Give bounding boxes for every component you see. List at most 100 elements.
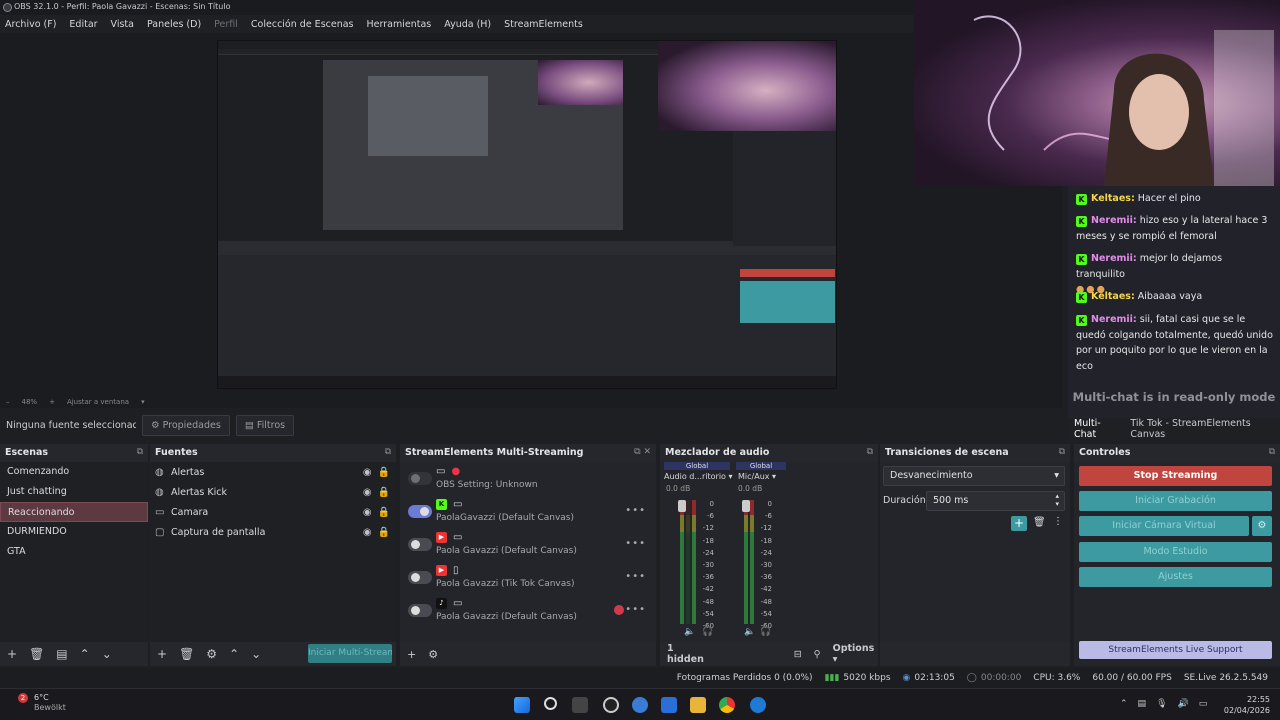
spinner-icon[interactable]: ▴ ▾ xyxy=(1055,492,1059,508)
more-options-icon[interactable]: ⋮ xyxy=(1053,516,1063,527)
undock-icon[interactable]: ⧉ xyxy=(867,447,873,457)
search-icon[interactable] xyxy=(544,697,557,710)
toggle-switch[interactable] xyxy=(408,538,432,551)
duration-input[interactable]: 500 ms ▴ ▾ xyxy=(926,491,1065,511)
windows-start-icon[interactable] xyxy=(514,697,530,713)
menu-vista[interactable]: Vista xyxy=(111,19,134,30)
transition-select[interactable]: Desvanecimiento ▾ xyxy=(883,466,1065,486)
filters-button[interactable]: ▤ Filtros xyxy=(235,414,295,436)
zoom-out-button[interactable]: – xyxy=(6,398,10,406)
menu-perfil[interactable]: Perfil xyxy=(214,19,238,30)
menu-paneles[interactable]: Paneles (D) xyxy=(147,19,201,30)
scene-item[interactable]: Reaccionando xyxy=(0,502,148,522)
trash-icon[interactable]: 🗑 xyxy=(1033,517,1046,528)
chevron-up-icon[interactable]: ⌃ xyxy=(80,647,90,661)
menu-coleccion-escenas[interactable]: Colección de Escenas xyxy=(251,19,354,30)
store-icon[interactable] xyxy=(661,697,677,713)
add-transition-button[interactable]: + xyxy=(1011,516,1027,531)
eye-icon[interactable]: ◉ xyxy=(363,467,372,478)
gear-icon[interactable]: ⚙ xyxy=(206,647,217,661)
properties-button[interactable]: ⚙ Propiedades xyxy=(142,414,230,436)
stop-streaming-button[interactable]: Stop Streaming xyxy=(1079,466,1272,486)
volume-slider[interactable] xyxy=(742,500,750,512)
speaker-icon[interactable]: 🔈 xyxy=(684,627,695,637)
app-taskbar-icon[interactable] xyxy=(632,697,648,713)
volume-slider[interactable] xyxy=(678,500,686,512)
more-options-icon[interactable]: ••• xyxy=(625,571,646,582)
scene-item[interactable]: GTA xyxy=(0,542,148,562)
more-options-icon[interactable]: ••• xyxy=(625,604,646,615)
toggle-switch[interactable] xyxy=(408,571,432,584)
chevron-up-icon[interactable]: ⌃ xyxy=(229,647,239,661)
settings-button[interactable]: Ajustes xyxy=(1079,567,1272,587)
layout-icon[interactable]: ⊟ xyxy=(794,649,802,660)
channel-name[interactable]: Mic/Aux ▾ xyxy=(738,472,798,481)
speaker-icon[interactable]: 🔈 xyxy=(744,627,755,637)
source-item[interactable]: ◍ Alertas ◉ 🔒 xyxy=(150,462,396,482)
chevron-up-icon[interactable]: ⌃ xyxy=(1120,699,1128,709)
more-options-icon[interactable]: ••• xyxy=(625,505,646,516)
options-button[interactable]: Options ▾ xyxy=(833,643,878,665)
tab-tiktok-canvas[interactable]: Tik Tok - StreamElements Canvas xyxy=(1124,418,1280,440)
source-item[interactable]: ▭ Camara ◉ 🔒 xyxy=(150,502,396,522)
lock-icon[interactable]: 🔒 xyxy=(378,467,390,478)
lock-icon[interactable]: 🔒 xyxy=(378,527,390,538)
menu-ayuda[interactable]: Ayuda (H) xyxy=(444,19,491,30)
clock[interactable]: 22:55 02/04/2026 xyxy=(1222,694,1270,716)
menu-archivo[interactable]: Archivo (F) xyxy=(5,19,56,30)
chrome-icon[interactable] xyxy=(719,697,735,713)
undock-icon[interactable]: ⧉ xyxy=(1269,447,1275,457)
start-virtual-camera-button[interactable]: Iniciar Cámara Virtual xyxy=(1079,516,1249,536)
toggle-switch[interactable] xyxy=(408,472,432,485)
add-icon[interactable]: + xyxy=(407,648,416,661)
zoom-fit-select[interactable]: Ajustar a ventana xyxy=(67,398,129,406)
add-icon[interactable]: + xyxy=(7,647,17,661)
eye-icon[interactable]: ◉ xyxy=(363,487,372,498)
more-options-icon[interactable]: ••• xyxy=(625,538,646,549)
virtual-camera-settings-button[interactable]: ⚙ xyxy=(1252,516,1272,536)
source-item[interactable]: ◍ Alertas Kick ◉ 🔒 xyxy=(150,482,396,502)
menu-streamelements[interactable]: StreamElements xyxy=(504,19,583,30)
lock-icon[interactable]: 🔒 xyxy=(378,487,390,498)
mic-icon[interactable]: 🎙 xyxy=(1156,699,1167,709)
gear-icon[interactable]: ⚙ xyxy=(428,648,438,661)
program-preview[interactable] xyxy=(217,40,837,389)
dock-controls[interactable]: ⧉ ✕ xyxy=(634,447,651,457)
studio-mode-button[interactable]: Modo Estudio xyxy=(1079,542,1272,562)
undock-icon[interactable]: ⧉ xyxy=(137,447,143,457)
folder-icon[interactable] xyxy=(690,697,706,713)
chevron-down-icon[interactable]: ⌄ xyxy=(251,647,261,661)
toggle-switch[interactable] xyxy=(408,505,432,518)
add-icon[interactable]: + xyxy=(157,647,167,661)
obs-taskbar-icon[interactable] xyxy=(603,697,619,713)
live-support-button[interactable]: StreamElements Live Support xyxy=(1079,641,1272,659)
trash-icon[interactable]: 🗑 xyxy=(29,647,44,661)
headphones-icon[interactable]: 🎧 xyxy=(702,627,713,637)
menu-herramientas[interactable]: Herramientas xyxy=(367,19,432,30)
edge-icon[interactable] xyxy=(750,697,766,713)
tab-multichat[interactable]: Multi-Chat xyxy=(1068,418,1124,440)
menu-editar[interactable]: Editar xyxy=(69,19,97,30)
undock-icon[interactable]: ⧉ xyxy=(385,447,391,457)
volume-icon[interactable]: 🔊 xyxy=(1178,699,1189,709)
toggle-switch[interactable] xyxy=(408,604,432,617)
start-recording-button[interactable]: Iniciar Grabación xyxy=(1079,491,1272,511)
lock-icon[interactable]: 🔒 xyxy=(378,507,390,518)
undock-icon[interactable]: ⧉ xyxy=(1059,447,1065,457)
headphones-icon[interactable]: 🎧 xyxy=(760,627,771,637)
network-icon[interactable]: ▤ xyxy=(1138,699,1147,709)
chevron-down-icon[interactable]: ▾ xyxy=(141,398,145,406)
task-view-icon[interactable] xyxy=(572,697,588,713)
filter-icon[interactable]: ▤ xyxy=(56,647,67,661)
scene-item[interactable]: DURMIENDO xyxy=(0,522,148,542)
zoom-in-button[interactable]: + xyxy=(49,398,55,406)
chevron-down-icon[interactable]: ⌄ xyxy=(102,647,112,661)
battery-icon[interactable]: ▭ xyxy=(1199,699,1208,709)
trash-icon[interactable]: 🗑 xyxy=(179,647,194,661)
source-item[interactable]: ▢ Captura de pantalla ◉ 🔒 xyxy=(150,522,396,542)
scene-item[interactable]: Comenzando xyxy=(0,462,148,482)
channel-name[interactable]: Audio d...ritorio ▾ xyxy=(664,472,734,481)
weather-widget[interactable]: 2 6°C Bewölkt xyxy=(18,693,66,713)
eye-icon[interactable]: ◉ xyxy=(363,527,372,538)
start-multistream-button[interactable]: Iniciar Multi-Streaming xyxy=(308,644,392,663)
